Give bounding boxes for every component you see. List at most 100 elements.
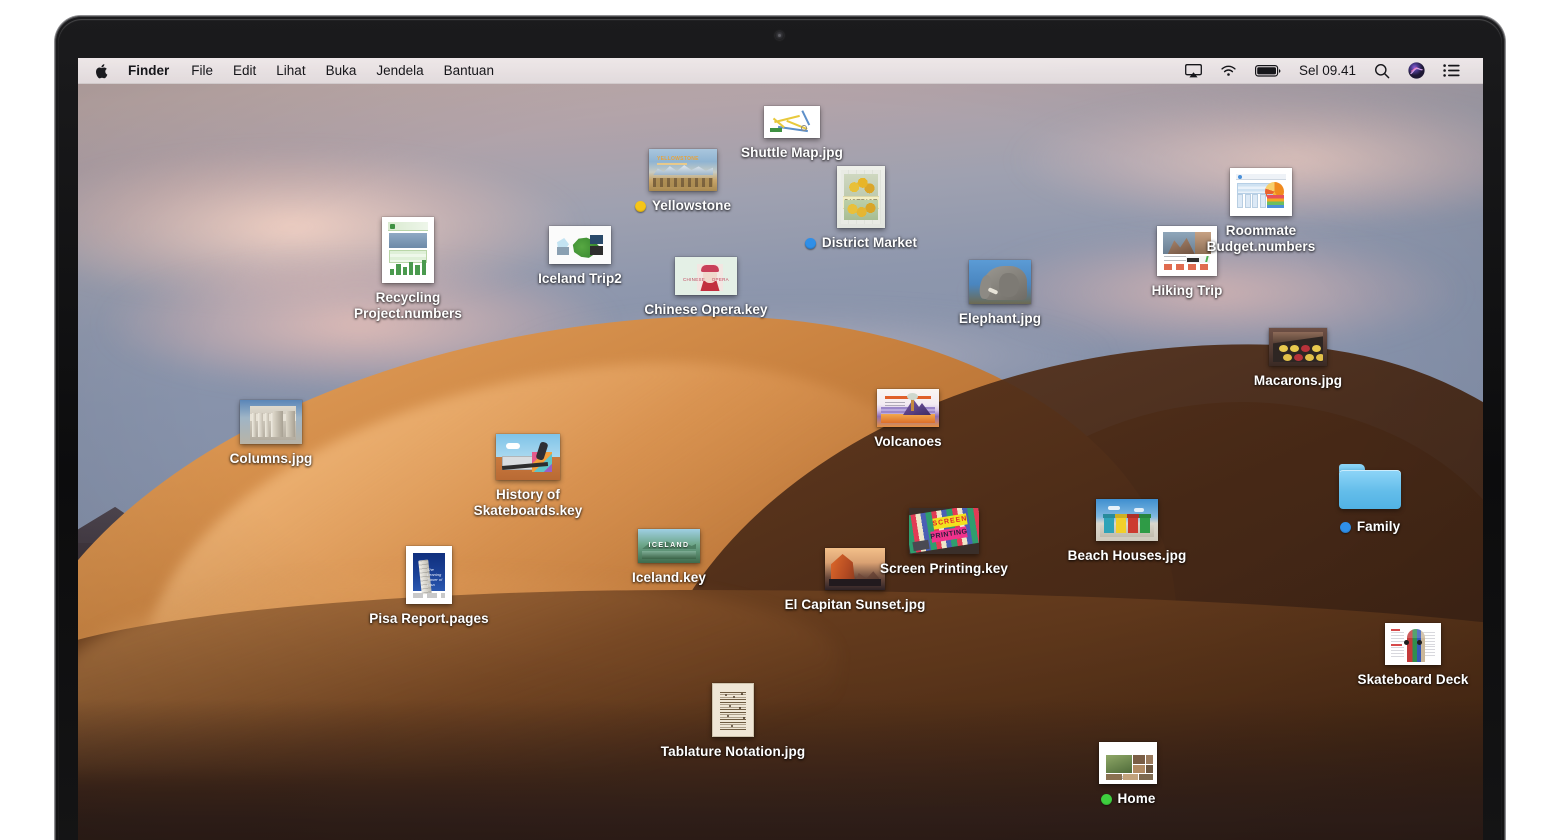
folder-icon xyxy=(1337,462,1403,512)
home-thumbnail: HOME · NEIGHBORHOOD · ARCHITECTURE xyxy=(1099,742,1157,784)
volcanoes-thumbnail xyxy=(877,389,939,427)
recycling-project-thumbnail xyxy=(382,217,434,283)
desktop-icon-label: Tablature Notation.jpg xyxy=(660,744,806,759)
keynote-thumbnail: ICELAND xyxy=(638,529,700,563)
menu-bar-left: Finder File Edit Lihat Buka Jendela Bant… xyxy=(78,58,504,84)
tag-dot-blue xyxy=(1339,522,1351,533)
menu-item-buka[interactable]: Buka xyxy=(316,58,367,84)
desktop-icon-screen-printing[interactable]: SCREEN PRINTING Screen Printing.key xyxy=(869,508,1019,577)
search-icon[interactable] xyxy=(1365,58,1399,84)
menu-item-lihat[interactable]: Lihat xyxy=(266,58,315,84)
menu-bar: Finder File Edit Lihat Buka Jendela Bant… xyxy=(78,58,1483,84)
desktop-icon-macarons[interactable]: Macarons.jpg xyxy=(1223,328,1373,389)
desktop-icon-label: Family xyxy=(1339,519,1400,535)
desktop-icon-history-skateboards[interactable]: History of Skateboards.key xyxy=(453,434,603,519)
desktop-icon-label: Hiking Trip xyxy=(1151,283,1223,298)
facetime-camera-icon xyxy=(775,31,784,40)
yellowstone-title-text: YELLOWSTONE xyxy=(657,156,699,162)
menu-item-file[interactable]: File xyxy=(181,58,223,84)
airplay-icon[interactable] xyxy=(1176,58,1211,84)
tag-dot-yellow xyxy=(634,201,646,212)
columns-thumbnail xyxy=(240,400,302,444)
desktop-icon-elephant[interactable]: Elephant.jpg xyxy=(925,260,1075,327)
siri-icon[interactable] xyxy=(1399,58,1434,84)
desktop-icon-tablature-notation[interactable]: Tablature Notation.jpg xyxy=(658,683,808,760)
elephant-thumbnail xyxy=(969,260,1031,304)
opera-left-text: CHINESE xyxy=(683,277,706,282)
desktop-icon-district-market[interactable]: DISTRICT District Market xyxy=(786,166,936,251)
image-thumbnail: DISTRICT xyxy=(837,166,885,228)
yellowstone-thumbnail: YELLOWSTONE xyxy=(649,149,717,191)
screen-printing-thumbnail: SCREEN PRINTING xyxy=(909,508,979,554)
desktop-icon-label: Recycling Project.numbers xyxy=(353,290,463,321)
menu-item-edit[interactable]: Edit xyxy=(223,58,266,84)
desktop-icon-yellowstone[interactable]: YELLOWSTONE Yellowstone xyxy=(608,149,758,214)
desktop-icon-label: Elephant.jpg xyxy=(958,311,1042,326)
image-thumbnail xyxy=(969,260,1031,304)
keynote-thumbnail xyxy=(496,434,560,480)
desktop-icon-roommate-budget[interactable]: Roommate Budget.numbers xyxy=(1186,168,1336,255)
desktop-icon-skateboard-deck[interactable]: Skateboard Deck xyxy=(1338,623,1483,688)
desktop-icon-label: Volcanoes xyxy=(874,434,942,449)
desktop-icon-volcanoes[interactable]: Volcanoes xyxy=(833,389,983,450)
menu-item-finder[interactable]: Finder xyxy=(120,58,181,84)
macarons-thumbnail xyxy=(1269,328,1327,366)
desktop-icon-pisa-report[interactable]: The Leaning Tower of Pisa Pisa Report.pa… xyxy=(354,546,504,627)
family-folder-thumbnail xyxy=(1337,462,1403,512)
numbers-document-thumbnail xyxy=(382,217,434,283)
menu-bar-status-area: Sel 09.41 xyxy=(1176,58,1483,84)
desktop-icon-label: Iceland Trip2 xyxy=(538,271,622,286)
pages-document-thumbnail xyxy=(1385,623,1441,665)
image-thumbnail xyxy=(240,400,302,444)
desktop-icon-iceland-key[interactable]: ICELAND Iceland.key xyxy=(594,529,744,586)
history-skateboards-thumbnail xyxy=(496,434,560,480)
image-thumbnail xyxy=(712,683,754,737)
opera-right-text: OPERA xyxy=(711,277,729,282)
desktop-icon-home[interactable]: HOME · NEIGHBORHOOD · ARCHITECTURE Home xyxy=(1053,742,1203,807)
pisa-report-thumbnail: The Leaning Tower of Pisa xyxy=(406,546,452,604)
desktop-icon-columns[interactable]: Columns.jpg xyxy=(196,400,346,467)
desktop-icon-label: Beach Houses.jpg xyxy=(1067,548,1187,563)
keynote-thumbnail xyxy=(877,389,939,427)
screenshot-root: Finder File Edit Lihat Buka Jendela Bant… xyxy=(0,0,1560,840)
apple-logo-icon[interactable] xyxy=(94,63,120,79)
desktop-icon-label: El Capitan Sunset.jpg xyxy=(784,597,926,612)
iceland-key-thumbnail: ICELAND xyxy=(638,529,700,563)
desktop-icon-family-folder[interactable]: Family xyxy=(1295,462,1445,535)
pages-document-thumbnail xyxy=(549,226,611,264)
tag-dot-green xyxy=(1100,794,1112,805)
tag-dot-blue xyxy=(804,238,816,249)
control-center-icon[interactable] xyxy=(1434,58,1469,84)
desktop-icon-label: Home xyxy=(1100,791,1156,807)
iceland-title-text: ICELAND xyxy=(648,542,690,549)
menu-item-bantuan[interactable]: Bantuan xyxy=(434,58,504,84)
image-thumbnail xyxy=(764,106,820,138)
keynote-thumbnail: CHINESE OPERA xyxy=(675,257,737,295)
desktop-icon-label: District Market xyxy=(804,235,917,251)
numbers-document-thumbnail xyxy=(1230,168,1292,216)
image-thumbnail xyxy=(1269,328,1327,366)
desktop-icon-chinese-opera[interactable]: CHINESE OPERA Chinese Opera.key xyxy=(631,257,781,318)
keynote-thumbnail: HOME · NEIGHBORHOOD · ARCHITECTURE xyxy=(1099,742,1157,784)
menu-bar-clock[interactable]: Sel 09.41 xyxy=(1290,63,1365,78)
image-thumbnail: YELLOWSTONE xyxy=(649,149,717,191)
pisa-caption-text: The Leaning Tower of Pisa xyxy=(427,567,443,587)
desktop-icon-label: Macarons.jpg xyxy=(1253,373,1343,388)
pages-document-thumbnail: The Leaning Tower of Pisa xyxy=(406,546,452,604)
desktop-icon-label: Yellowstone xyxy=(634,198,731,214)
battery-icon[interactable] xyxy=(1246,58,1290,84)
desktop-icon-label: Skateboard Deck xyxy=(1357,672,1469,687)
image-thumbnail xyxy=(1096,499,1158,541)
desktop-icon-beach-houses[interactable]: Beach Houses.jpg xyxy=(1052,499,1202,564)
desktop-icon-label: Screen Printing.key xyxy=(880,561,1008,576)
menu-item-jendela[interactable]: Jendela xyxy=(366,58,433,84)
iceland-trip2-thumbnail xyxy=(549,226,611,264)
desktop-icon-label: Pisa Report.pages xyxy=(369,611,489,626)
keynote-thumbnail: SCREEN PRINTING xyxy=(909,508,979,554)
desktop-icon-recycling-project[interactable]: Recycling Project.numbers xyxy=(333,217,483,322)
wifi-icon[interactable] xyxy=(1211,58,1246,84)
roommate-budget-thumbnail xyxy=(1230,168,1292,216)
desktop-icon-label: Columns.jpg xyxy=(229,451,313,466)
desktop-icon-label: History of Skateboards.key xyxy=(473,487,583,518)
skateboard-deck-thumbnail xyxy=(1385,623,1441,665)
